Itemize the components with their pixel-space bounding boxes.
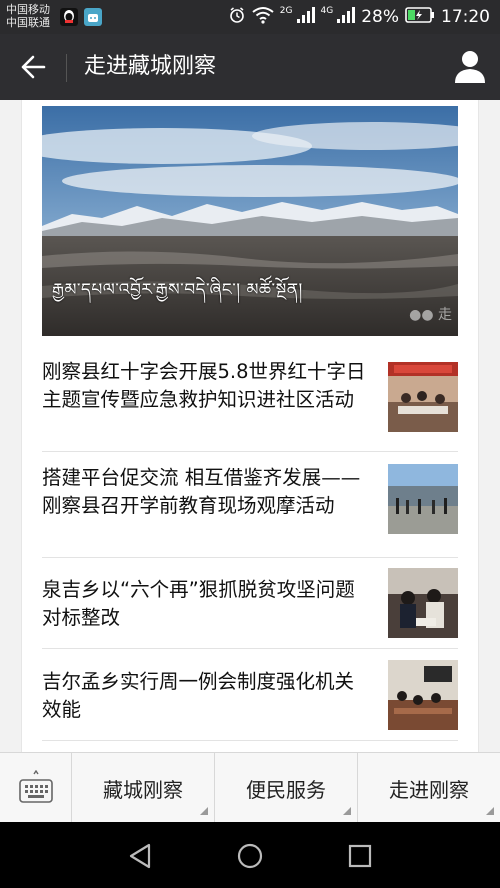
app-bar-divider [66,54,67,82]
list-item[interactable]: 搭建平台促交流 相互借鉴齐发展——刚察县召开学前教育现场观摩活动 [42,464,458,548]
left-gutter [0,100,22,752]
carrier-1: 中国移动 [6,3,50,16]
menu-label: 藏城刚察 [103,777,183,802]
list-separator [42,648,458,649]
triangle-back-icon [129,843,151,869]
list-item[interactable]: 泉吉乡以“六个再”狠抓脱贫攻坚问题对标整改 [42,568,458,638]
list-separator [42,557,458,558]
circle-home-icon [237,843,263,869]
article-list-content[interactable]: རྒྱམ་དཔལ་འབྱོར་རྒྱས་བདེ་ཞིང་། མཚོ་སྔོན། … [0,100,500,752]
app-notification-icon [84,8,102,26]
menu-button-zangcheng-gangcha[interactable]: 藏城刚察 [72,753,215,823]
clock-time: 17:20 [441,7,490,27]
signal-icon [296,6,315,28]
signal-icon-2 [337,6,356,28]
news-title: 吉尔孟乡实行周一例会制度强化机关效能 [42,670,355,721]
list-item[interactable]: 刚察县红十字会开展5.8世界红十字日 主题宣传暨应急救护知识进社区活动 [42,358,458,442]
alarm-icon [228,6,246,29]
hero-caption: རྒྱམ་དཔལ་འབྱོར་རྒྱས་བདེ་ཞིང་། མཚོ་སྔོན། [52,280,303,300]
nav-back-button[interactable] [120,836,160,876]
right-gutter [478,100,500,752]
news-thumbnail [388,660,458,730]
battery-percent: 28% [361,7,399,27]
list-item[interactable]: 吉尔孟乡实行周一例会制度强化机关效能 [42,660,458,730]
menu-button-bianmin-fuwu[interactable]: 便民服务 [215,753,358,823]
keyboard-toggle-button[interactable] [0,753,72,823]
list-separator [42,451,458,452]
menu-button-zoujin-gangcha[interactable]: 走进刚察 [358,753,500,823]
submenu-indicator-icon [343,807,351,815]
carrier-2: 中国联通 [6,16,50,29]
news-thumbnail [388,568,458,638]
arrow-left-icon [21,55,46,79]
news-thumbnail [388,362,458,432]
battery-charging-icon [405,6,435,28]
page-title: 走进藏城刚察 [84,54,217,79]
network-4g-label: 4G [320,6,334,16]
nav-home-button[interactable] [230,836,270,876]
status-right: 2G 4G 28% 17:20 [228,0,490,34]
network-2g-label: 2G [279,6,293,16]
qq-icon [60,8,78,26]
app-bar: 走进藏城刚察 [0,34,500,100]
wifi-icon [252,6,274,29]
hero-banner[interactable]: རྒྱམ་དཔལ་འབྱོར་རྒྱས་བདེ་ཞིང་། མཚོ་སྔོན། … [42,106,458,336]
back-button[interactable] [10,46,56,88]
news-title: 刚察县红十字会开展5.8世界红十字日 主题宣传暨应急救护知识进社区活动 [42,360,366,411]
menu-label: 走进刚察 [389,777,469,802]
system-navigation-bar [0,822,500,888]
hero-watermark: ●● 走 [409,307,452,323]
bottom-menu: 藏城刚察 便民服务 走进刚察 [0,752,500,823]
news-title: 搭建平台促交流 相互借鉴齐发展——刚察县召开学前教育现场观摩活动 [42,466,361,517]
profile-button[interactable] [452,48,488,86]
keyboard-icon [18,770,53,803]
carrier-info: 中国移动 中国联通 [6,3,50,29]
submenu-indicator-icon [200,807,208,815]
submenu-indicator-icon [486,807,494,815]
list-separator [42,740,458,741]
news-title: 泉吉乡以“六个再”狠抓脱贫攻坚问题对标整改 [42,578,355,629]
square-recents-icon [348,844,372,868]
news-thumbnail [388,464,458,534]
user-icon [455,51,485,83]
nav-recents-button[interactable] [340,836,380,876]
status-bar: 中国移动 中国联通 2G 4G 28% 17:20 [0,0,500,34]
menu-label: 便民服务 [246,777,326,802]
